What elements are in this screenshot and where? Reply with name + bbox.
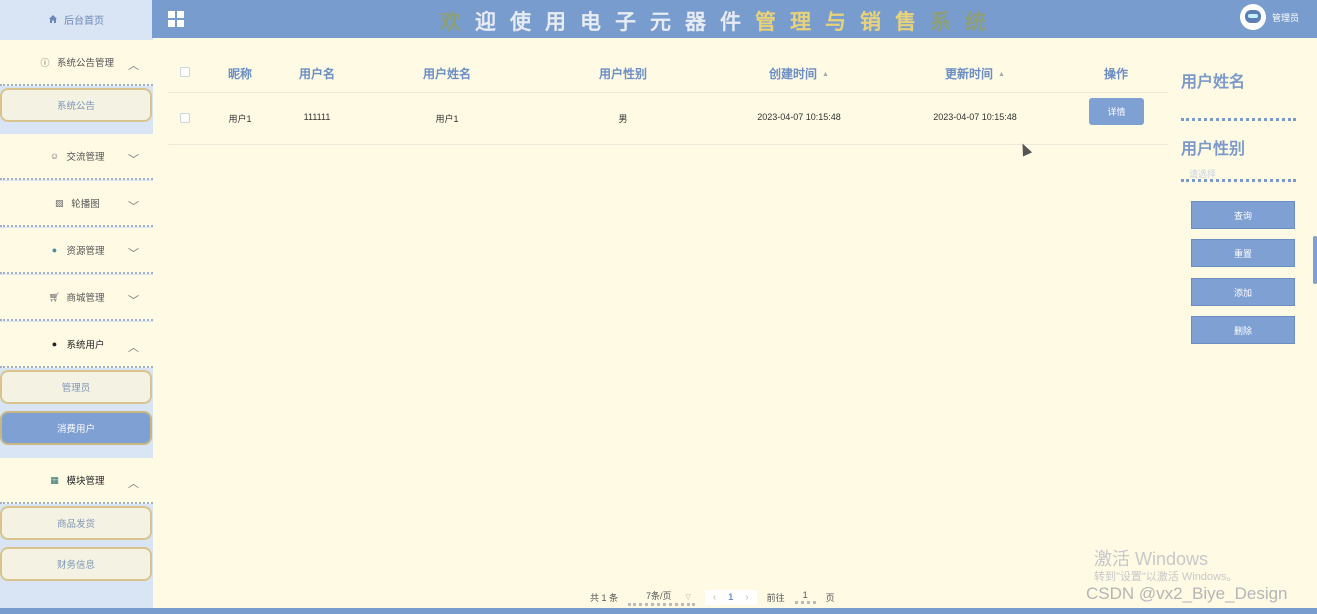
menu-group-announcements[interactable]: ⓘ 系统公告管理 ︿ (0, 40, 153, 86)
detail-button[interactable]: 详情 (1089, 98, 1144, 125)
cell-realname: 用户1 (435, 114, 459, 124)
cell-username: 111111 (303, 112, 331, 122)
activate-windows-sub: 转到"设置"以激活 Windows。 (1094, 571, 1238, 583)
row-checkbox[interactable] (180, 113, 190, 123)
table-header: 昵称 用户名 用户姓名 用户性别 创建时间 ▲ 更新时间 ▲ 操作 (168, 50, 1168, 93)
menu-group-modules[interactable]: ▦ 模块管理 ︿ (0, 458, 153, 504)
sidebar-item-finance[interactable]: 财务信息 (0, 547, 152, 581)
menu-group-resources[interactable]: ● 资源管理 ﹀ (0, 228, 153, 274)
home-link[interactable]: 后台首页 (0, 0, 152, 38)
menu-group-carousel[interactable]: ▨ 轮播图 ﹀ (0, 181, 153, 227)
chevron-down-icon: ﹀ (128, 154, 139, 166)
sidebar-item-shipping[interactable]: 商品发货 (0, 506, 152, 540)
page-size-select[interactable]: 7条/页 ▽ (628, 589, 695, 606)
chevron-down-icon: ﹀ (128, 295, 139, 307)
query-button[interactable]: 查询 (1191, 201, 1295, 229)
info-circle-icon: ⓘ (40, 57, 50, 68)
home-icon (49, 15, 57, 23)
chevron-up-icon: ︿ (128, 342, 139, 354)
menu-group-system-users[interactable]: ● 系统用户 ︿ (0, 322, 153, 368)
pagination: 共 1 条 7条/页 ▽ ‹ 1 › 前往 1 页 (590, 588, 845, 606)
sidebar-item-consumers[interactable]: 消费用户 (0, 411, 152, 445)
col-gender: 用户性别 (598, 67, 648, 81)
sidebar: ⓘ 系统公告管理 ︿ 系统公告 ☺ 交流管理 ﹀ ▨ 轮播图 ﹀ ● 资源管理 … (0, 38, 153, 614)
cell-nickname: 用户1 (228, 114, 252, 124)
current-page[interactable]: 1 (728, 592, 733, 602)
avatar (1239, 4, 1266, 30)
reset-button[interactable]: 重置 (1191, 239, 1295, 267)
user-menu[interactable]: 管理员 (1239, 4, 1299, 30)
col-username: 用户名 (298, 67, 336, 81)
goto-input[interactable]: 1 (794, 590, 816, 604)
name-input[interactable] (1181, 101, 1296, 121)
col-action: 操作 (1103, 67, 1129, 81)
cell-gender: 男 (618, 114, 628, 124)
chat-icon: ☺ (49, 151, 60, 161)
bottom-border (0, 608, 1317, 614)
menu-group-mall[interactable]: 🛒︎ 商城管理 ﹀ (0, 275, 153, 321)
scrollbar[interactable] (1313, 236, 1317, 284)
menu-toggle-icon[interactable] (168, 11, 184, 27)
chevron-up-icon: ︿ (128, 478, 139, 490)
next-page-icon[interactable]: › (745, 592, 748, 603)
chevron-down-icon: ▽ (685, 593, 691, 601)
col-updated[interactable]: 更新时间 ▲ (945, 65, 1005, 82)
page-unit: 页 (825, 592, 835, 603)
csdn-watermark: CSDN @vx2_Biye_Design (1086, 584, 1288, 603)
total-count: 共 1 条 (590, 592, 619, 603)
table-row: 用户1 111111 用户1 男 2023-04-07 10:15:48 202… (168, 93, 1168, 145)
sort-icon: ▲ (998, 71, 1005, 79)
user-table: 昵称 用户名 用户姓名 用户性别 创建时间 ▲ 更新时间 ▲ 操作 用户1 1111… (168, 50, 1168, 145)
cell-created: 2023-04-07 10:15:48 (757, 112, 841, 122)
name-label: 用户姓名 (1181, 74, 1246, 91)
top-bar: 后台首页 欢迎使用电子元器件管理与销售系统 管理员 (0, 0, 1317, 38)
add-button[interactable]: 添加 (1191, 278, 1295, 306)
grid-icon: ▦ (50, 474, 59, 485)
user-label: 管理员 (1271, 12, 1299, 23)
select-all-checkbox[interactable] (180, 67, 190, 77)
pin-icon: ● (51, 245, 58, 255)
cart-icon: 🛒︎ (48, 291, 61, 302)
sidebar-item-announcements[interactable]: 系统公告 (0, 88, 152, 122)
col-nickname: 昵称 (227, 67, 253, 81)
page-nav: ‹ 1 › (704, 589, 757, 605)
home-label: 后台首页 (64, 15, 104, 27)
sidebar-item-admins[interactable]: 管理员 (0, 370, 152, 404)
chevron-down-icon: ﹀ (128, 201, 139, 213)
menu-group-communication[interactable]: ☺ 交流管理 ﹀ (0, 134, 153, 180)
gender-select[interactable]: 请选择 (1181, 162, 1296, 182)
col-created[interactable]: 创建时间 ▲ (769, 65, 829, 82)
sort-icon: ▲ (822, 71, 829, 79)
prev-page-icon[interactable]: ‹ (713, 592, 716, 603)
chevron-down-icon: ﹀ (128, 248, 139, 260)
goto-label: 前往 (766, 592, 785, 603)
gender-label: 用户性别 (1181, 141, 1246, 158)
image-icon: ▨ (54, 197, 64, 208)
delete-button[interactable]: 删除 (1191, 316, 1295, 344)
chevron-up-icon: ︿ (128, 60, 139, 72)
user-icon: ● (51, 339, 58, 349)
app-title: 欢迎使用电子元器件管理与销售系统 (440, 10, 1000, 34)
col-realname: 用户姓名 (422, 67, 472, 81)
cell-updated: 2023-04-07 10:15:48 (933, 112, 1017, 122)
